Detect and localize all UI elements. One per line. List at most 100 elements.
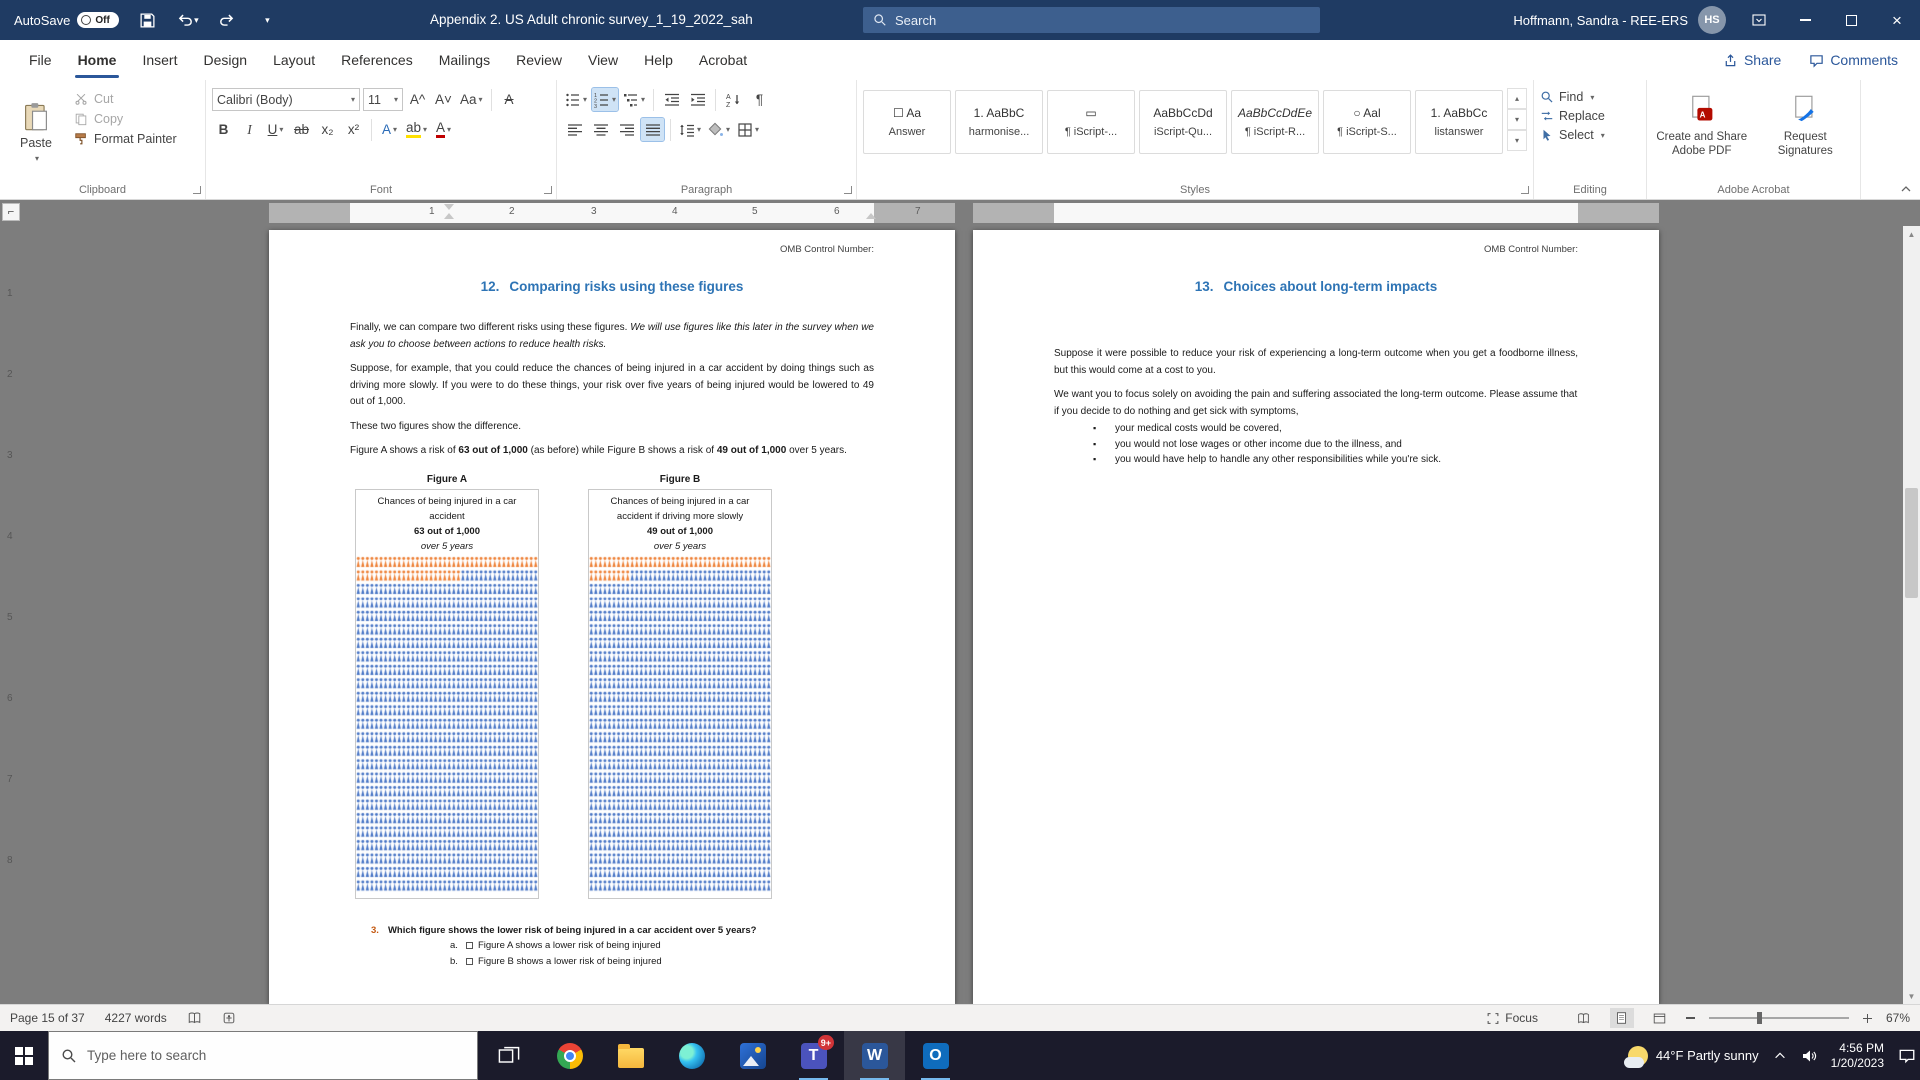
styles-scroll-down-button[interactable]: ▾	[1507, 109, 1527, 130]
line-spacing-button[interactable]: ▾	[677, 118, 703, 141]
cut-button[interactable]: Cut	[74, 92, 177, 106]
paragraph-dialog-launcher[interactable]	[844, 186, 852, 194]
zoom-level[interactable]: 67%	[1886, 1011, 1910, 1025]
focus-mode-button[interactable]: Focus	[1486, 1011, 1538, 1025]
create-share-pdf-button[interactable]: A Create and Share Adobe PDF	[1653, 88, 1751, 179]
bullets-button[interactable]: ▾	[563, 88, 589, 111]
clock[interactable]: 4:56 PM 1/20/2023	[1831, 1041, 1884, 1071]
tab-insert[interactable]: Insert	[129, 40, 190, 80]
copy-button[interactable]: Copy	[74, 112, 177, 126]
style-iscript-s[interactable]: ○ Aal¶ iScript-S...	[1323, 90, 1411, 154]
subscript-button[interactable]: x₂	[316, 118, 339, 141]
weather-widget[interactable]: 44°F Partly sunny	[1628, 1046, 1759, 1066]
web-layout-button[interactable]	[1648, 1008, 1672, 1028]
italic-button[interactable]: I	[238, 118, 261, 141]
vertical-scrollbar[interactable]: ▲ ▼	[1903, 226, 1920, 1004]
tab-design[interactable]: Design	[190, 40, 260, 80]
request-signatures-button[interactable]: Request Signatures	[1757, 88, 1855, 179]
paste-button[interactable]: Paste ▾	[6, 88, 66, 176]
strikethrough-button[interactable]: ab	[290, 118, 313, 141]
decrease-indent-button[interactable]	[660, 88, 683, 111]
undo-button[interactable]: ▾	[175, 8, 199, 32]
first-line-indent-marker[interactable]	[444, 204, 454, 210]
proofing-status-button[interactable]	[187, 1011, 202, 1025]
zoom-slider[interactable]	[1709, 1017, 1849, 1019]
task-view-button[interactable]	[478, 1031, 539, 1080]
increase-indent-button[interactable]	[686, 88, 709, 111]
align-center-button[interactable]	[589, 118, 612, 141]
style-harmonise[interactable]: 1. AaBbCharmonise...	[955, 90, 1043, 154]
checkbox-icon[interactable]	[466, 958, 473, 965]
scrollbar-thumb[interactable]	[1905, 488, 1918, 598]
checkbox-icon[interactable]	[466, 942, 473, 949]
tab-review[interactable]: Review	[503, 40, 575, 80]
save-button[interactable]	[135, 8, 159, 32]
option-a[interactable]: a.Figure A shows a lower risk of being i…	[450, 939, 874, 952]
align-right-button[interactable]	[615, 118, 638, 141]
sort-button[interactable]: AZ	[722, 88, 745, 111]
maximize-button[interactable]	[1828, 0, 1874, 40]
option-b[interactable]: b.Figure B shows a lower risk of being i…	[450, 955, 874, 968]
user-name[interactable]: Hoffmann, Sandra - REE-ERS	[1513, 13, 1688, 28]
tab-help[interactable]: Help	[631, 40, 686, 80]
show-formatting-button[interactable]: ¶	[748, 88, 771, 111]
print-layout-button[interactable]	[1610, 1008, 1634, 1028]
tab-acrobat[interactable]: Acrobat	[686, 40, 760, 80]
superscript-button[interactable]: x²	[342, 118, 365, 141]
tab-home[interactable]: Home	[65, 40, 130, 80]
underline-button[interactable]: U▾	[264, 118, 287, 141]
clipboard-dialog-launcher[interactable]	[193, 186, 201, 194]
customize-quick-access-button[interactable]: ▾	[255, 8, 279, 32]
avatar[interactable]: HS	[1698, 6, 1726, 34]
select-button[interactable]: Select▾	[1540, 128, 1640, 142]
replace-button[interactable]: Replace	[1540, 109, 1640, 123]
borders-button[interactable]: ▾	[735, 118, 761, 141]
outlook-button[interactable]: O	[905, 1031, 966, 1080]
chrome-button[interactable]	[539, 1031, 600, 1080]
hanging-indent-marker[interactable]	[444, 213, 454, 219]
word-button[interactable]: W	[844, 1031, 905, 1080]
multilevel-list-button[interactable]: ▾	[621, 88, 647, 111]
minimize-button[interactable]	[1782, 0, 1828, 40]
format-painter-button[interactable]: Format Painter	[74, 132, 177, 146]
bold-button[interactable]: B	[212, 118, 235, 141]
photos-button[interactable]	[722, 1031, 783, 1080]
collapse-ribbon-button[interactable]	[1900, 181, 1912, 195]
shrink-font-button[interactable]: A˅	[432, 88, 455, 111]
font-size-select[interactable]: 11▾	[363, 88, 403, 111]
word-count[interactable]: 4227 words	[105, 1011, 167, 1025]
grow-font-button[interactable]: A^	[406, 88, 429, 111]
styles-dialog-launcher[interactable]	[1521, 186, 1529, 194]
speaker-icon[interactable]	[1801, 1048, 1817, 1064]
action-center-icon[interactable]	[1898, 1047, 1916, 1065]
hidden-icons-chevron[interactable]	[1773, 1049, 1787, 1063]
style-iscript-r[interactable]: AaBbCcDdEe¶ iScript-R...	[1231, 90, 1319, 154]
document-page-left[interactable]: OMB Control Number: 12.Comparing risks u…	[269, 230, 955, 1004]
zoom-in-button[interactable]	[1863, 1014, 1872, 1023]
tab-references[interactable]: References	[328, 40, 426, 80]
tab-stop-selector[interactable]: ⌐	[2, 203, 20, 221]
style-iscript[interactable]: ▭¶ iScript-...	[1047, 90, 1135, 154]
align-left-button[interactable]	[563, 118, 586, 141]
change-case-button[interactable]: Aa▾	[458, 88, 485, 111]
search-box[interactable]: Search	[863, 7, 1320, 33]
styles-more-button[interactable]: ▾	[1507, 130, 1527, 151]
shading-button[interactable]: ▾	[706, 118, 732, 141]
start-button[interactable]	[0, 1031, 48, 1080]
page-indicator[interactable]: Page 15 of 37	[10, 1011, 85, 1025]
tab-file[interactable]: File	[16, 40, 65, 80]
text-effects-button[interactable]: A▾	[378, 118, 401, 141]
close-button[interactable]: ×	[1874, 0, 1920, 40]
scroll-up-icon[interactable]: ▲	[1903, 226, 1920, 242]
tab-mailings[interactable]: Mailings	[426, 40, 503, 80]
ribbon-display-options-button[interactable]	[1736, 0, 1782, 40]
style-iscript-qu[interactable]: AaBbCcDdiScript-Qu...	[1139, 90, 1227, 154]
clear-formatting-button[interactable]: A	[498, 88, 521, 111]
comments-button[interactable]: Comments	[1809, 52, 1898, 68]
styles-scroll-up-button[interactable]: ▴	[1507, 88, 1527, 109]
zoom-slider-thumb[interactable]	[1757, 1012, 1762, 1024]
numbering-button[interactable]: 123▾	[592, 88, 618, 111]
accessibility-status-button[interactable]	[222, 1011, 236, 1025]
font-color-button[interactable]: A▾	[432, 118, 455, 141]
read-mode-button[interactable]	[1572, 1008, 1596, 1028]
